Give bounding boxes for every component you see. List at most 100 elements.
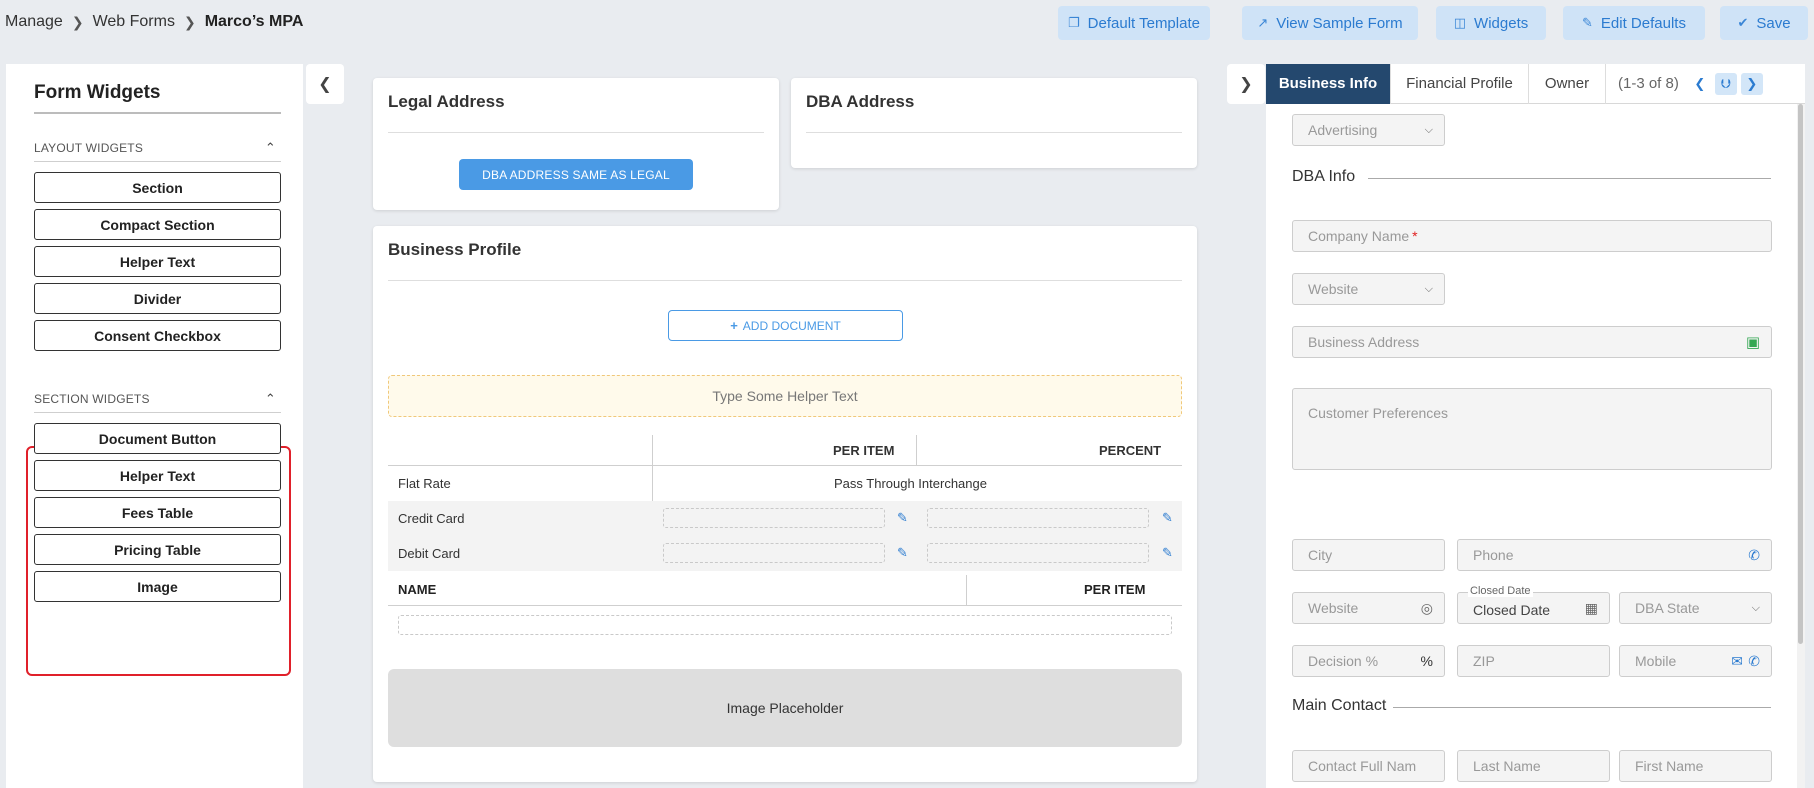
fees-col-per-item: PER ITEM — [833, 443, 895, 458]
add-document-label: ADD DOCUMENT — [742, 318, 841, 333]
add-document-button[interactable]: + ADD DOCUMENT — [668, 310, 903, 341]
chevron-down-icon: ⌵ — [1424, 124, 1433, 136]
edit-defaults-label: Edit Defaults — [1600, 14, 1686, 32]
phone-icon[interactable]: ✆ — [1748, 653, 1760, 670]
zip-placeholder: ZIP — [1473, 653, 1495, 669]
closed-date-field[interactable]: Closed Date Closed Date ▦ — [1457, 585, 1610, 624]
default-template-label: Default Template — [1087, 14, 1200, 32]
sms-icon[interactable]: ✉ — [1731, 653, 1743, 670]
tab-owner[interactable]: Owner — [1529, 63, 1606, 104]
phone-icon[interactable]: ✆ — [1748, 547, 1760, 564]
widget-divider[interactable]: Divider — [34, 283, 281, 314]
contact-full-name-placeholder: Contact Full Nam — [1308, 758, 1417, 774]
fees-col-percent: PERCENT — [1099, 443, 1162, 458]
calendar-icon[interactable]: ▦ — [1585, 600, 1598, 617]
chevron-right-icon: ❯ — [1239, 76, 1253, 93]
save-button[interactable]: ✔ Save — [1720, 6, 1808, 40]
collapse-left-panel-button[interactable]: ❮ — [306, 64, 344, 104]
breadcrumb-current: Marco’s MPA — [204, 13, 304, 30]
website-placeholder: Website — [1308, 600, 1359, 616]
column-divider — [966, 575, 967, 605]
dba-state-select[interactable]: DBA State ⌵ — [1619, 592, 1772, 624]
expand-right-panel-button[interactable]: ❯ — [1227, 64, 1265, 104]
chevron-up-icon[interactable]: ⌃ — [265, 391, 276, 407]
company-name-field[interactable]: Company Name * — [1292, 220, 1772, 252]
form-preview-panel: Business Info Financial Profile Owner (1… — [1266, 63, 1805, 788]
pricing-table: NAME PER ITEM — [388, 575, 1182, 679]
image-placeholder[interactable]: Image Placeholder — [388, 669, 1182, 747]
dba-same-as-legal-button[interactable]: DBA ADDRESS SAME AS LEGAL — [459, 159, 693, 190]
edit-icon[interactable]: ✎ — [1162, 545, 1173, 561]
chevron-down-icon: ⌵ — [1424, 283, 1433, 295]
edit-icon[interactable]: ✎ — [897, 510, 908, 526]
row-label: Credit Card — [398, 511, 465, 526]
last-name-placeholder: Last Name — [1473, 758, 1541, 774]
scrollbar[interactable] — [1797, 104, 1805, 788]
contact-full-name-field[interactable]: Contact Full Nam — [1292, 750, 1445, 782]
breadcrumb-manage[interactable]: Manage — [5, 13, 63, 31]
helper-text-box[interactable]: Type Some Helper Text — [388, 375, 1182, 417]
globe-icon: ◎ — [1420, 600, 1433, 616]
widget-pricing-table[interactable]: Pricing Table — [34, 534, 281, 565]
layout-widgets-header[interactable]: LAYOUT WIDGETS ⌃ — [34, 134, 281, 162]
form-widgets-panel: Form Widgets LAYOUT WIDGETS ⌃ Section Co… — [6, 64, 303, 788]
scrollbar-thumb[interactable] — [1798, 104, 1803, 644]
expand-tabs-icon[interactable]: ⮋ — [1714, 72, 1737, 95]
debit-percent-input[interactable] — [927, 543, 1149, 563]
chevron-up-icon[interactable]: ⌃ — [265, 140, 276, 156]
title-divider — [34, 112, 281, 114]
percent-icon: % — [1420, 653, 1433, 669]
last-name-field[interactable]: Last Name — [1457, 750, 1610, 782]
industry-select[interactable]: Advertising ⌵ — [1292, 114, 1445, 146]
section-widgets-header[interactable]: SECTION WIDGETS ⌃ — [34, 385, 281, 413]
fees-table-header — [388, 435, 1182, 466]
edit-icon[interactable]: ✎ — [1162, 510, 1173, 526]
dba-info-title: DBA Info — [1292, 168, 1356, 185]
breadcrumb-web-forms[interactable]: Web Forms — [93, 13, 175, 31]
edit-icon[interactable]: ✎ — [897, 545, 908, 561]
debit-per-item-input[interactable] — [663, 543, 885, 563]
customer-preferences-field[interactable]: Customer Preferences — [1292, 388, 1772, 470]
widget-image[interactable]: Image — [34, 571, 281, 602]
widget-helper-text[interactable]: Helper Text — [34, 460, 281, 491]
widget-helper-text[interactable]: Helper Text — [34, 246, 281, 277]
fees-table: PER ITEM PERCENT Flat Rate Pass Through … — [388, 435, 1182, 571]
industry-value: Advertising — [1308, 122, 1378, 138]
pricing-col-per-item: PER ITEM — [1084, 582, 1146, 597]
view-sample-form-button[interactable]: ↗ View Sample Form — [1242, 6, 1418, 40]
row-label: Debit Card — [398, 546, 461, 561]
city-field[interactable]: City — [1292, 539, 1445, 571]
pricing-row-placeholder[interactable] — [398, 615, 1172, 635]
mobile-field[interactable]: Mobile ✉ ✆ — [1619, 645, 1772, 677]
credit-per-item-input[interactable] — [663, 508, 885, 528]
website-select[interactable]: Website ⌵ — [1292, 273, 1445, 305]
external-link-icon: ↗ — [1257, 15, 1269, 30]
default-template-button[interactable]: ❐ Default Template — [1058, 6, 1210, 40]
tab-bar: Business Info Financial Profile Owner (1… — [1266, 63, 1805, 104]
edit-defaults-button[interactable]: ✎ Edit Defaults — [1563, 6, 1705, 40]
google-maps-icon[interactable]: ▣ — [1746, 333, 1760, 351]
chevron-left-icon: ❮ — [318, 76, 332, 93]
phone-field[interactable]: Phone ✆ — [1457, 539, 1772, 571]
main-contact-title: Main Contact — [1292, 697, 1387, 714]
first-name-field[interactable]: First Name — [1619, 750, 1772, 782]
widgets-button[interactable]: ◫ Widgets — [1436, 6, 1546, 40]
business-address-field[interactable]: Business Address ▣ — [1292, 326, 1772, 358]
next-tab-icon[interactable]: ❯ — [1740, 72, 1763, 95]
widget-consent-checkbox[interactable]: Consent Checkbox — [34, 320, 281, 351]
zip-field[interactable]: ZIP — [1457, 645, 1610, 677]
tab-financial-profile[interactable]: Financial Profile — [1391, 63, 1529, 104]
widget-fees-table[interactable]: Fees Table — [34, 497, 281, 528]
decision-percent-field[interactable]: Decision % % — [1292, 645, 1445, 677]
widget-section[interactable]: Section — [34, 172, 281, 203]
prev-tab-icon[interactable]: ❮ — [1689, 73, 1711, 95]
tab-business-info[interactable]: Business Info — [1266, 63, 1391, 104]
tab-count: (1-3 of 8) — [1618, 75, 1679, 92]
website-field[interactable]: Website ◎ — [1292, 592, 1445, 624]
widget-compact-section[interactable]: Compact Section — [34, 209, 281, 240]
legal-address-card: Legal Address DBA ADDRESS SAME AS LEGAL — [373, 78, 779, 210]
card-divider — [806, 132, 1182, 133]
chevron-right-icon: ❯ — [183, 13, 196, 30]
widget-document-button[interactable]: Document Button — [34, 423, 281, 454]
credit-percent-input[interactable] — [927, 508, 1149, 528]
